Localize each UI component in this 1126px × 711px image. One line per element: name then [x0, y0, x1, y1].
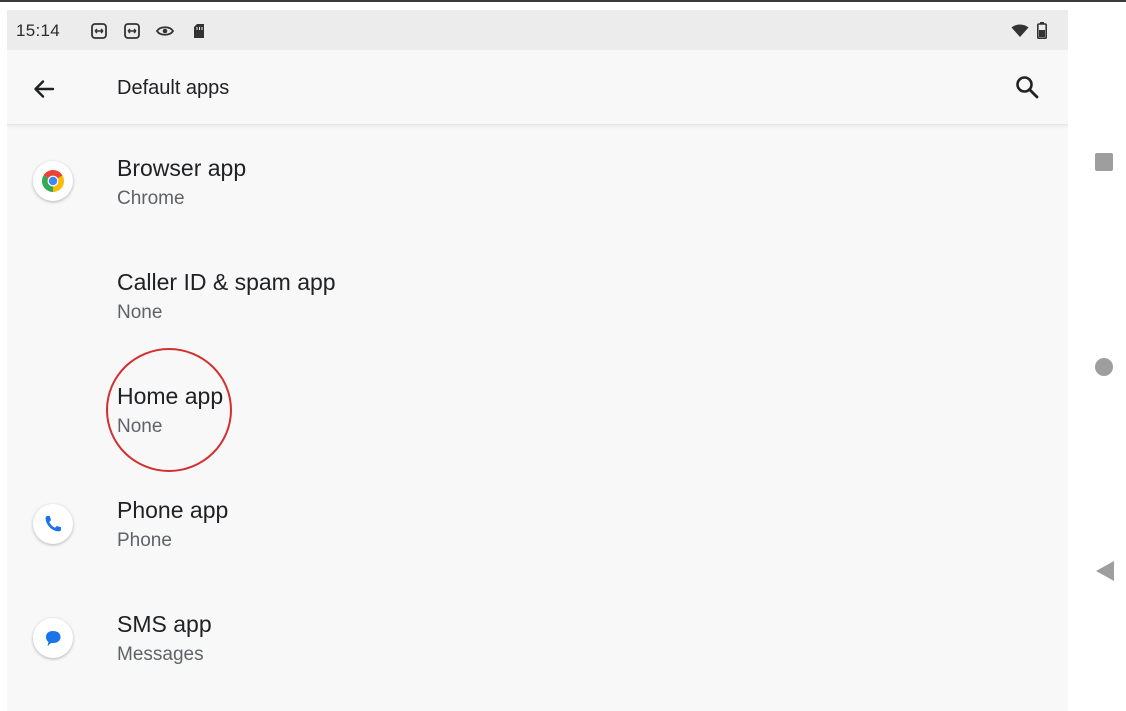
item-subtitle: Phone [117, 530, 172, 551]
list-item-sms-app[interactable]: SMS app Messages [7, 582, 1068, 696]
window-top-edge [0, 0, 1126, 2]
item-subtitle: None [117, 416, 163, 437]
item-title: Home app [117, 383, 224, 409]
chrome-icon [33, 161, 73, 201]
phone-icon [33, 504, 73, 544]
eye-icon [156, 26, 174, 36]
home-button[interactable] [1094, 357, 1114, 382]
item-title: Phone app [117, 497, 229, 523]
item-subtitle: Messages [117, 644, 204, 665]
navigation-bar [1068, 10, 1126, 711]
app-bar: Default apps [7, 50, 1068, 125]
back-arrow-icon [34, 80, 55, 98]
messages-icon [33, 618, 73, 658]
wifi-icon [1011, 24, 1029, 37]
back-button[interactable] [29, 74, 59, 104]
list-item-caller-id-spam-app[interactable]: Caller ID & spam app None [7, 240, 1068, 354]
item-subtitle: Chrome [117, 188, 185, 209]
item-title: Caller ID & spam app [117, 269, 336, 295]
remote-control-icon-2 [124, 23, 140, 39]
status-time: 15:14 [16, 21, 61, 40]
recents-square-icon [1095, 153, 1113, 171]
item-title: Browser app [117, 155, 247, 181]
status-bar: 15:14 [7, 10, 1068, 50]
home-circle-icon [1095, 358, 1113, 376]
back-triangle-icon [1096, 561, 1114, 581]
remote-control-icon [91, 23, 107, 39]
page-title: Default apps [117, 77, 230, 99]
item-title: SMS app [117, 611, 212, 637]
nav-back-button[interactable] [1094, 559, 1116, 588]
search-icon [1016, 76, 1039, 99]
item-subtitle: None [117, 302, 163, 323]
sd-card-icon [194, 24, 204, 38]
recents-button[interactable] [1094, 152, 1114, 177]
device-screen: 15:14 Default apps Browser app Chrome Ca… [7, 10, 1068, 711]
battery-icon [1037, 22, 1047, 39]
list-item-phone-app[interactable]: Phone app Phone [7, 468, 1068, 582]
list-item-home-app[interactable]: Home app None [7, 354, 1068, 468]
list-item-browser-app[interactable]: Browser app Chrome [7, 126, 1068, 240]
search-button[interactable] [1012, 72, 1042, 102]
